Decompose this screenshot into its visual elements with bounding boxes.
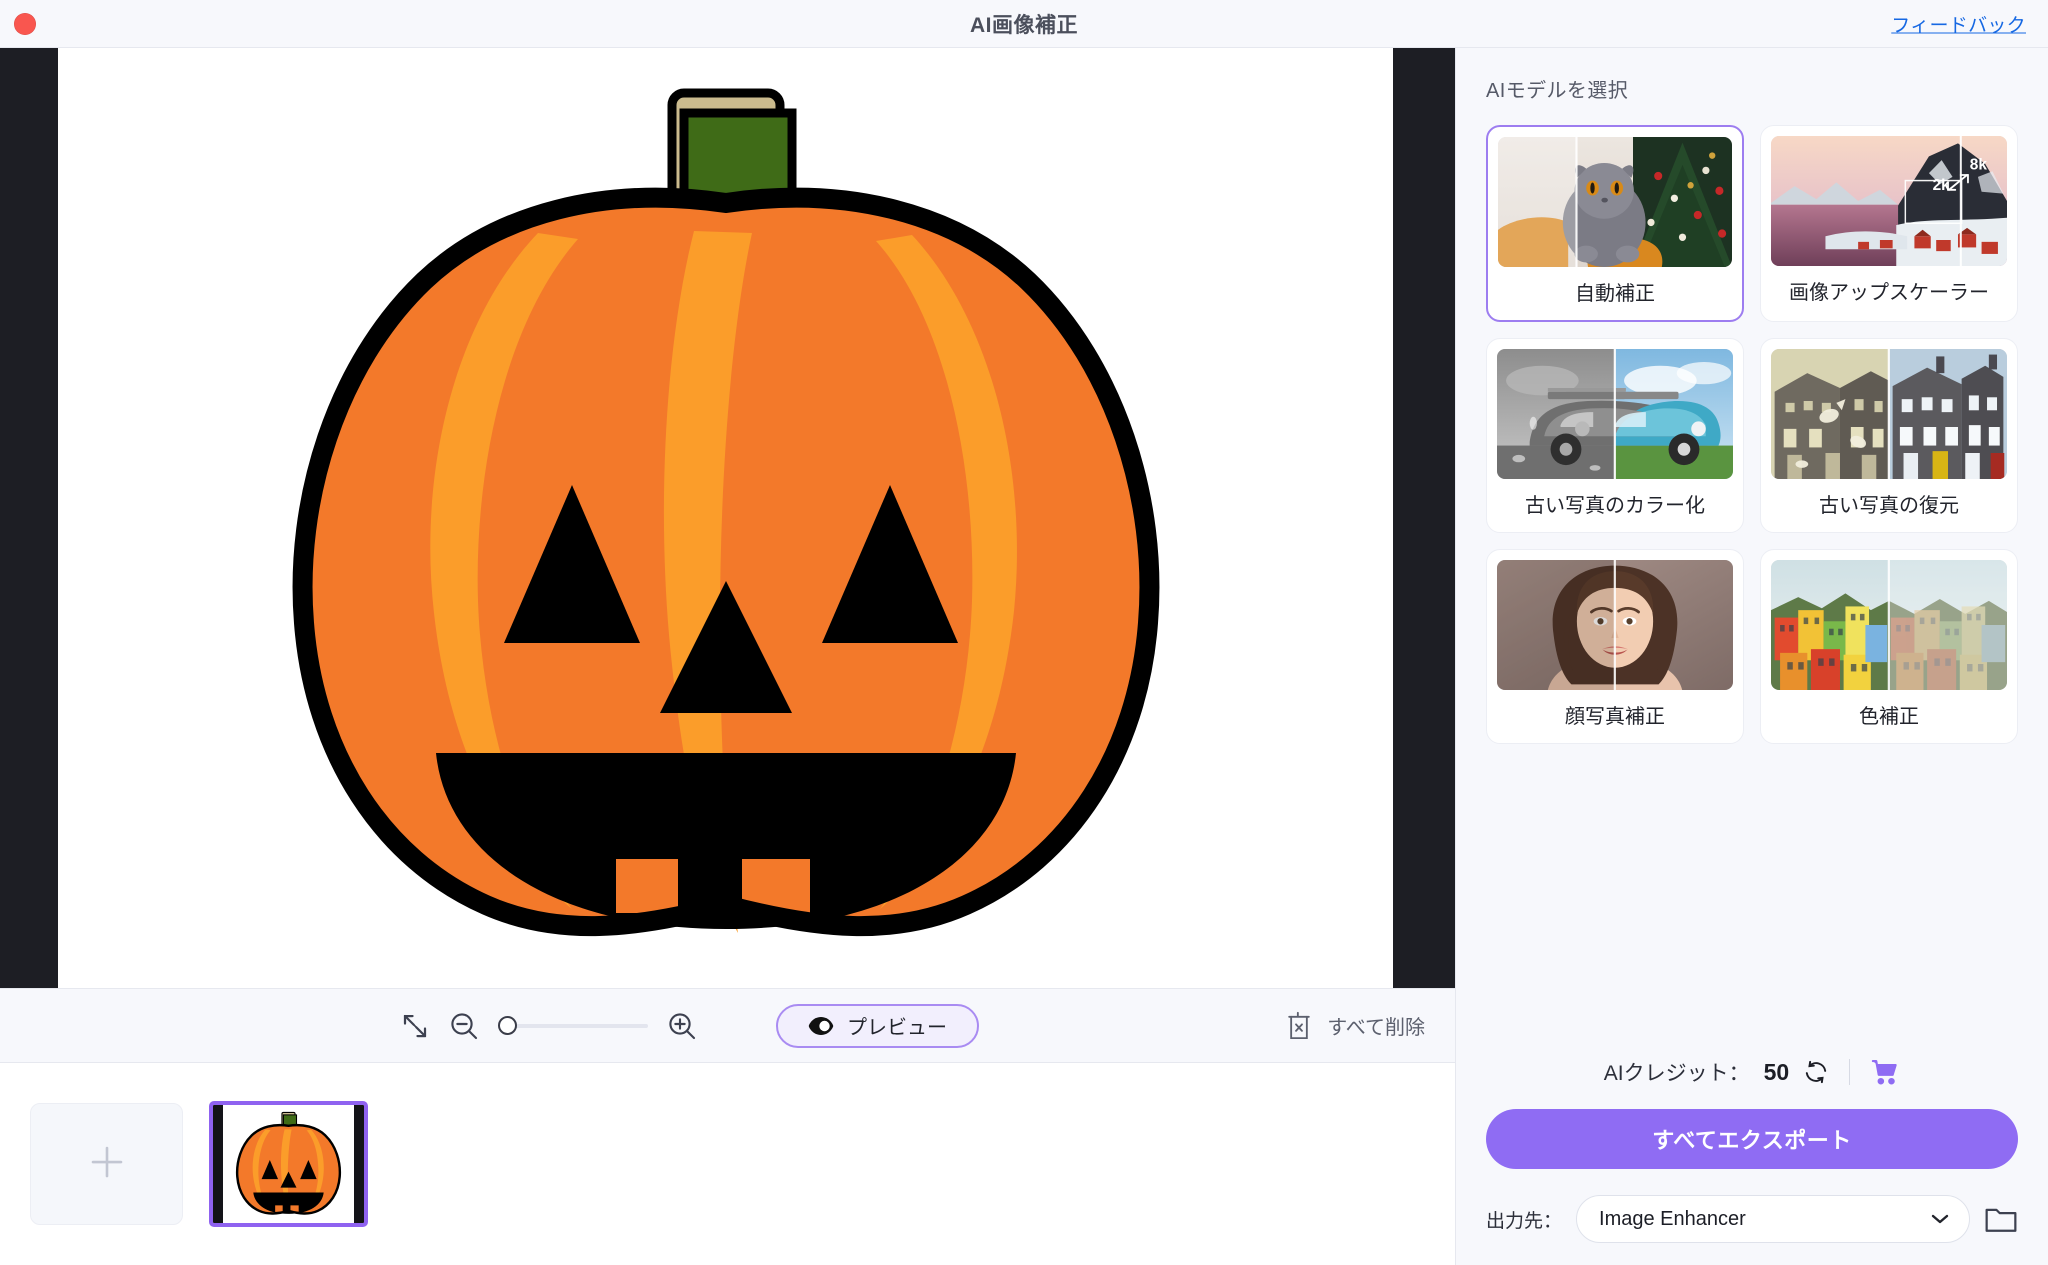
image-canvas[interactable] xyxy=(0,48,1455,988)
output-folder-value: Image Enhancer xyxy=(1599,1207,1746,1230)
model-label: 画像アップスケーラー xyxy=(1789,282,1989,304)
model-card-face-enhance[interactable]: 顔写真補正 xyxy=(1486,549,1744,744)
pumpkin-image xyxy=(292,88,1159,937)
thumbnail-letterbox-right xyxy=(354,1105,364,1223)
model-card-restore-old-photo[interactable]: 古い写真の復元 xyxy=(1760,338,2018,533)
panel-footer: AIクレジット： 50 すべてエクスポート 出力先： Image Enhance… xyxy=(1456,1031,2048,1265)
model-card-image-upscaler[interactable]: 2k 8k 画像アップスケーラー xyxy=(1760,125,2018,322)
thumbnail-preview xyxy=(223,1105,354,1223)
output-destination-row: 出力先： Image Enhancer xyxy=(1486,1169,2018,1243)
canvas-letterbox-right xyxy=(1393,48,1455,988)
preview-button[interactable]: プレビュー xyxy=(776,1003,979,1048)
zoom-slider-knob[interactable] xyxy=(498,1016,517,1035)
chevron-down-icon xyxy=(1931,1213,1949,1225)
model-card-auto-enhance[interactable]: 自動補正 xyxy=(1486,125,1744,322)
output-label: 出力先： xyxy=(1486,1210,1563,1232)
trash-x-icon xyxy=(1285,1011,1313,1041)
refresh-icon[interactable] xyxy=(1803,1059,1829,1085)
model-thumb-village xyxy=(1771,560,2007,690)
folder-icon[interactable] xyxy=(1984,1204,2018,1234)
app-window: AI画像補正 フィードバック プレビュー すべて削除 AIモデルを選択 自動補正… xyxy=(0,0,2048,1265)
upscaler-badge-low: 2k xyxy=(1933,177,1950,194)
title-bar: AI画像補正 フィードバック xyxy=(0,0,2048,48)
cart-icon[interactable] xyxy=(1870,1058,1900,1086)
feedback-link[interactable]: フィードバック xyxy=(1891,10,2026,37)
thumbnail-letterbox-left xyxy=(213,1105,223,1223)
eye-icon xyxy=(808,1016,834,1036)
model-label: 古い写真のカラー化 xyxy=(1525,495,1705,517)
model-label: 自動補正 xyxy=(1575,283,1655,305)
divider xyxy=(1849,1059,1851,1085)
page-title: AI画像補正 xyxy=(970,13,1078,37)
credits-value: 50 xyxy=(1763,1058,1790,1085)
delete-all-label: すべて削除 xyxy=(1327,1017,1425,1039)
model-label: 古い写真の復元 xyxy=(1819,495,1959,517)
model-thumb-cat xyxy=(1498,137,1732,267)
ai-model-panel: AIモデルを選択 自動補正 2k 8k 画像アップスケーラー 古い写真のカラー化… xyxy=(1456,48,2048,1265)
thumbnail-pumpkin-image xyxy=(235,1111,342,1215)
upscaler-badge-high: 8k xyxy=(1970,156,1987,173)
panel-heading: AIモデルを選択 xyxy=(1486,80,1629,102)
output-folder-select[interactable]: Image Enhancer xyxy=(1576,1195,1970,1243)
canvas-letterbox-left xyxy=(0,48,58,988)
zoom-out-icon[interactable] xyxy=(448,1010,480,1042)
editor-column: プレビュー すべて削除 xyxy=(0,48,1456,1265)
fit-to-screen-icon[interactable] xyxy=(400,1011,430,1041)
model-label: 顔写真補正 xyxy=(1565,706,1665,728)
zoom-slider-track xyxy=(510,1023,648,1028)
model-label: 色補正 xyxy=(1859,706,1919,728)
preview-button-label: プレビュー xyxy=(847,1017,947,1039)
delete-all-button[interactable]: すべて削除 xyxy=(1285,1011,1425,1041)
canvas-toolbar: プレビュー すべて削除 xyxy=(0,988,1455,1063)
plus-icon xyxy=(86,1141,128,1188)
model-selection-area: AIモデルを選択 自動補正 2k 8k 画像アップスケーラー 古い写真のカラー化… xyxy=(1456,48,2048,1031)
credits-label: AIクレジット： xyxy=(1603,1062,1750,1085)
model-grid: 自動補正 2k 8k 画像アップスケーラー 古い写真のカラー化 古い写真の復元 … xyxy=(1486,125,2018,744)
add-image-button[interactable] xyxy=(30,1103,183,1225)
zoom-slider[interactable] xyxy=(498,1014,648,1038)
model-thumb-houses xyxy=(1771,349,2007,479)
canvas-stage xyxy=(58,48,1393,988)
export-all-button[interactable]: すべてエクスポート xyxy=(1486,1109,2018,1169)
model-thumb-portrait xyxy=(1497,560,1733,690)
model-thumb-upscaler: 2k 8k xyxy=(1771,136,2007,266)
model-card-colorize-old-photo[interactable]: 古い写真のカラー化 xyxy=(1486,338,1744,533)
model-thumb-car xyxy=(1497,349,1733,479)
model-card-color-correction[interactable]: 色補正 xyxy=(1760,549,2018,744)
credits-row: AIクレジット： 50 xyxy=(1486,1031,2018,1109)
thumbnail-item-pumpkin[interactable] xyxy=(209,1101,368,1227)
window-body: プレビュー すべて削除 AIモデルを選択 自動補正 2k 8k 画像アップスケー… xyxy=(0,48,2048,1265)
zoom-controls: プレビュー xyxy=(400,1003,979,1048)
thumbnail-strip xyxy=(0,1063,1455,1265)
zoom-in-icon[interactable] xyxy=(666,1010,698,1042)
